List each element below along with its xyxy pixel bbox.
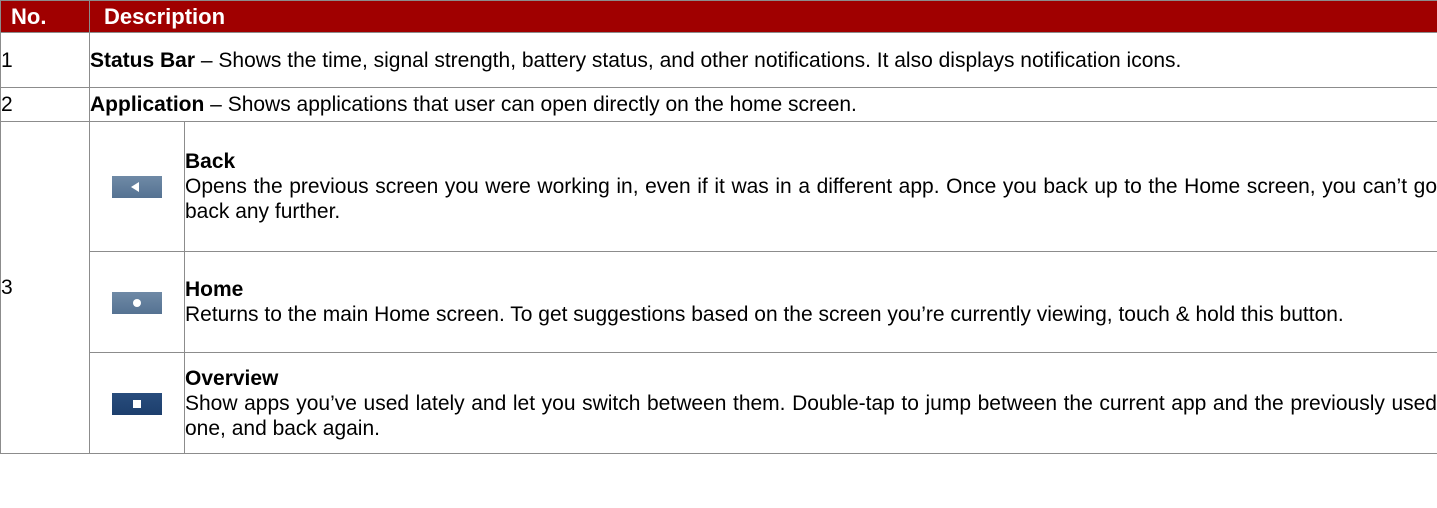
row-text: – Shows the time, signal strength, batte… <box>195 48 1182 72</box>
table-row: 2 Application – Shows applications that … <box>0 87 1437 122</box>
home-title: Home <box>185 278 244 301</box>
home-text: Returns to the main Home screen. To get … <box>185 303 1344 326</box>
row-number: 1 <box>0 32 90 88</box>
row-description: Application – Shows applications that us… <box>89 87 1437 122</box>
overview-icon-cell <box>89 352 185 454</box>
back-icon <box>112 176 162 199</box>
overview-text: Show apps you’ve used lately and let you… <box>185 391 1437 440</box>
table-row: Home Returns to the main Home screen. To… <box>1 251 1437 353</box>
table-row: 3 Back Opens the previous screen you wer… <box>0 121 1437 454</box>
description-table: No. Description 1 Status Bar – Shows the… <box>0 0 1437 454</box>
row-text: – Shows applications that user can open … <box>204 93 857 116</box>
home-icon-cell <box>89 251 185 353</box>
back-description: Back Opens the previous screen you were … <box>184 121 1437 252</box>
row-description: Status Bar – Shows the time, signal stre… <box>89 32 1437 88</box>
row-number: 2 <box>0 87 90 122</box>
row-title: Status Bar <box>90 48 196 72</box>
overview-title: Overview <box>185 366 279 390</box>
table-row: 1 Status Bar – Shows the time, signal st… <box>0 32 1437 88</box>
overview-icon <box>112 392 162 415</box>
table-row: Overview Show apps you’ve used lately an… <box>1 352 1437 454</box>
back-icon-cell <box>89 121 185 252</box>
table-header-row: No. Description <box>0 0 1437 33</box>
back-title: Back <box>185 150 236 173</box>
header-no: No. <box>0 0 90 33</box>
header-description: Description <box>89 0 1437 33</box>
row-number: 3 <box>0 121 90 454</box>
home-icon <box>112 291 162 314</box>
row-title: Application <box>90 93 205 116</box>
overview-description: Overview Show apps you’ve used lately an… <box>184 352 1437 454</box>
back-text: Opens the previous screen you were worki… <box>185 175 1437 223</box>
home-description: Home Returns to the main Home screen. To… <box>184 251 1437 353</box>
